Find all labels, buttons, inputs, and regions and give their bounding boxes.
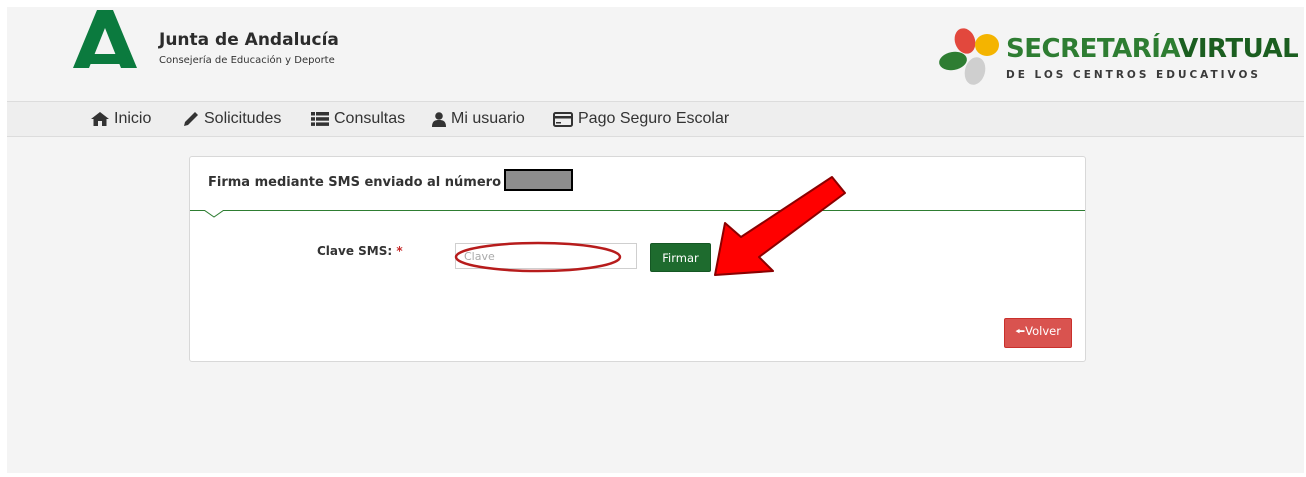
credit-card-icon <box>553 111 573 127</box>
clave-sms-input[interactable] <box>455 243 637 269</box>
clave-sms-label: Clave SMS: * <box>317 244 403 258</box>
junta-andalucia-logo <box>73 10 137 68</box>
app-title: SECRETARÍAVIRTUAL <box>1006 34 1299 64</box>
nav-item-label: Solicitudes <box>204 110 282 127</box>
list-icon <box>311 112 329 126</box>
site-header: Junta de Andalucía Consejería de Educaci… <box>7 7 1304 101</box>
nav-item-label: Consultas <box>334 110 406 127</box>
org-title: Junta de Andalucía <box>159 30 339 50</box>
secretaria-virtual-logo <box>939 28 999 85</box>
panel-title: Firma mediante SMS enviado al número 6 <box>208 175 515 190</box>
volver-label: Volver <box>1025 323 1061 338</box>
panel-notch <box>204 210 224 218</box>
nav-item-inicio[interactable]: Inicio <box>91 102 151 136</box>
user-icon <box>432 111 446 127</box>
pencil-icon <box>184 112 198 126</box>
page-frame: Junta de Andalucía Consejería de Educaci… <box>7 7 1304 473</box>
app-subtitle: DE LOS CENTROS EDUCATIVOS <box>1006 69 1261 81</box>
volver-button[interactable]: 🠘Volver <box>1004 318 1072 348</box>
home-icon <box>91 112 109 126</box>
panel-divider <box>190 210 1085 211</box>
required-mark: * <box>396 244 403 258</box>
nav-item-pago-seguro-escolar[interactable]: Pago Seguro Escolar <box>553 102 729 136</box>
firmar-button[interactable]: Firmar <box>650 243 711 272</box>
org-subtitle: Consejería de Educación y Deporte <box>159 55 335 66</box>
nav-item-label: Pago Seguro Escolar <box>578 110 730 127</box>
nav-item-label: Inicio <box>114 110 152 127</box>
nav-item-consultas[interactable]: Consultas <box>311 102 405 136</box>
redacted-phone-number <box>504 169 573 191</box>
nav-item-mi-usuario[interactable]: Mi usuario <box>432 102 525 136</box>
arrow-left-icon: 🠘 <box>1015 323 1026 338</box>
sms-signature-panel: Firma mediante SMS enviado al número 6 C… <box>189 156 1086 362</box>
main-nav: Inicio Solicitudes Consultas Mi usuario … <box>7 101 1304 137</box>
nav-item-label: Mi usuario <box>451 110 525 127</box>
nav-item-solicitudes[interactable]: Solicitudes <box>183 102 281 136</box>
